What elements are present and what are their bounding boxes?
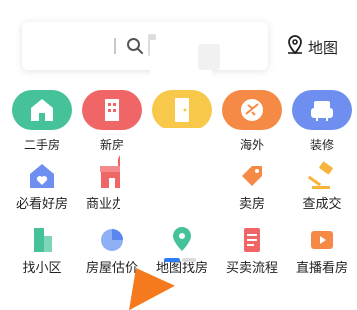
map-pin-icon xyxy=(166,224,198,256)
entry-label: 买卖流程 xyxy=(225,261,278,276)
tag-icon xyxy=(236,160,268,192)
entry-decor[interactable]: 装修 xyxy=(286,90,357,152)
hammer-icon xyxy=(306,160,338,192)
entry-new-house[interactable]: 新房 xyxy=(76,90,148,152)
map-pin-icon xyxy=(286,35,304,59)
video-icon xyxy=(306,224,338,256)
building-green-icon xyxy=(26,224,58,256)
page-indicator xyxy=(182,258,196,262)
map-label: 地图 xyxy=(308,38,339,57)
map-button[interactable]: 地图 xyxy=(286,35,339,59)
entry-label: 找小区 xyxy=(22,261,62,276)
obscured-area xyxy=(198,44,220,70)
entry-label: 必看好房 xyxy=(15,197,68,212)
house-icon xyxy=(12,90,72,130)
entry-label: 查成交 xyxy=(302,197,342,212)
entry-live-viewing[interactable]: 直播看房 xyxy=(286,224,357,276)
door-icon xyxy=(152,90,212,130)
entry-must-see[interactable]: 必看好房 xyxy=(6,160,78,212)
building-icon xyxy=(82,90,142,130)
entry-label: 装修 xyxy=(309,138,334,152)
entry-second-hand[interactable]: 二手房 xyxy=(6,90,78,152)
obscured-area xyxy=(158,128,202,154)
search-divider xyxy=(114,38,116,54)
obscured-area xyxy=(120,146,160,210)
house-heart-icon xyxy=(26,160,58,192)
entry-sell[interactable]: 卖房 xyxy=(216,160,288,212)
search-icon xyxy=(126,37,144,59)
entry-label: 直播看房 xyxy=(295,261,348,276)
sofa-icon xyxy=(292,90,352,130)
entry-label: 海外 xyxy=(239,138,264,152)
pie-chart-icon xyxy=(96,224,128,256)
entry-find-community[interactable]: 找小区 xyxy=(6,224,78,276)
entry-overseas[interactable]: 海外 xyxy=(216,90,288,152)
entry-buy-sell-flow[interactable]: 买卖流程 xyxy=(216,224,288,276)
page-indicator-active xyxy=(164,258,180,262)
entry-label: 二手房 xyxy=(23,138,60,152)
search-bar[interactable] xyxy=(22,22,268,70)
document-icon xyxy=(236,224,268,256)
globe-plane-icon xyxy=(222,90,282,130)
entry-check-deal[interactable]: 查成交 xyxy=(286,160,357,212)
entry-label: 卖房 xyxy=(238,197,265,212)
